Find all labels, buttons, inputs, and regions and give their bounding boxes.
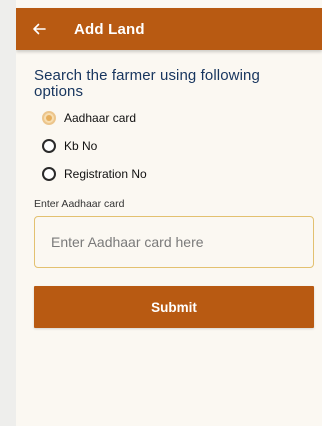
radio-option-aadhaar-card[interactable]: Aadhaar card	[42, 108, 136, 128]
page-title: Add Land	[74, 20, 145, 38]
radio-label-registration-no: Registration No	[64, 167, 147, 181]
search-options-heading: Search the farmer using following option…	[34, 67, 260, 100]
aadhaar-field-label: Enter Aadhaar card	[34, 198, 125, 210]
radio-label-kb-no: Kb No	[64, 139, 98, 153]
app-screen: Add Land Search the farmer using followi…	[16, 0, 322, 426]
radio-option-kb-no[interactable]: Kb No	[42, 136, 97, 156]
arrow-left-icon	[32, 23, 46, 35]
app-bar: Add Land	[16, 8, 322, 50]
radio-unselected-icon[interactable]	[42, 139, 56, 153]
device-frame: Add Land Search the farmer using followi…	[0, 0, 322, 426]
radio-label-aadhaar-card: Aadhaar card	[64, 111, 137, 125]
back-button[interactable]	[22, 8, 56, 50]
aadhaar-input-container[interactable]	[34, 216, 314, 268]
radio-option-registration-no[interactable]: Registration No	[42, 164, 147, 184]
radio-selected-icon[interactable]	[42, 111, 56, 125]
aadhaar-input[interactable]	[35, 217, 313, 267]
submit-button[interactable]: Submit	[34, 286, 314, 328]
radio-unselected-icon[interactable]	[42, 167, 56, 181]
